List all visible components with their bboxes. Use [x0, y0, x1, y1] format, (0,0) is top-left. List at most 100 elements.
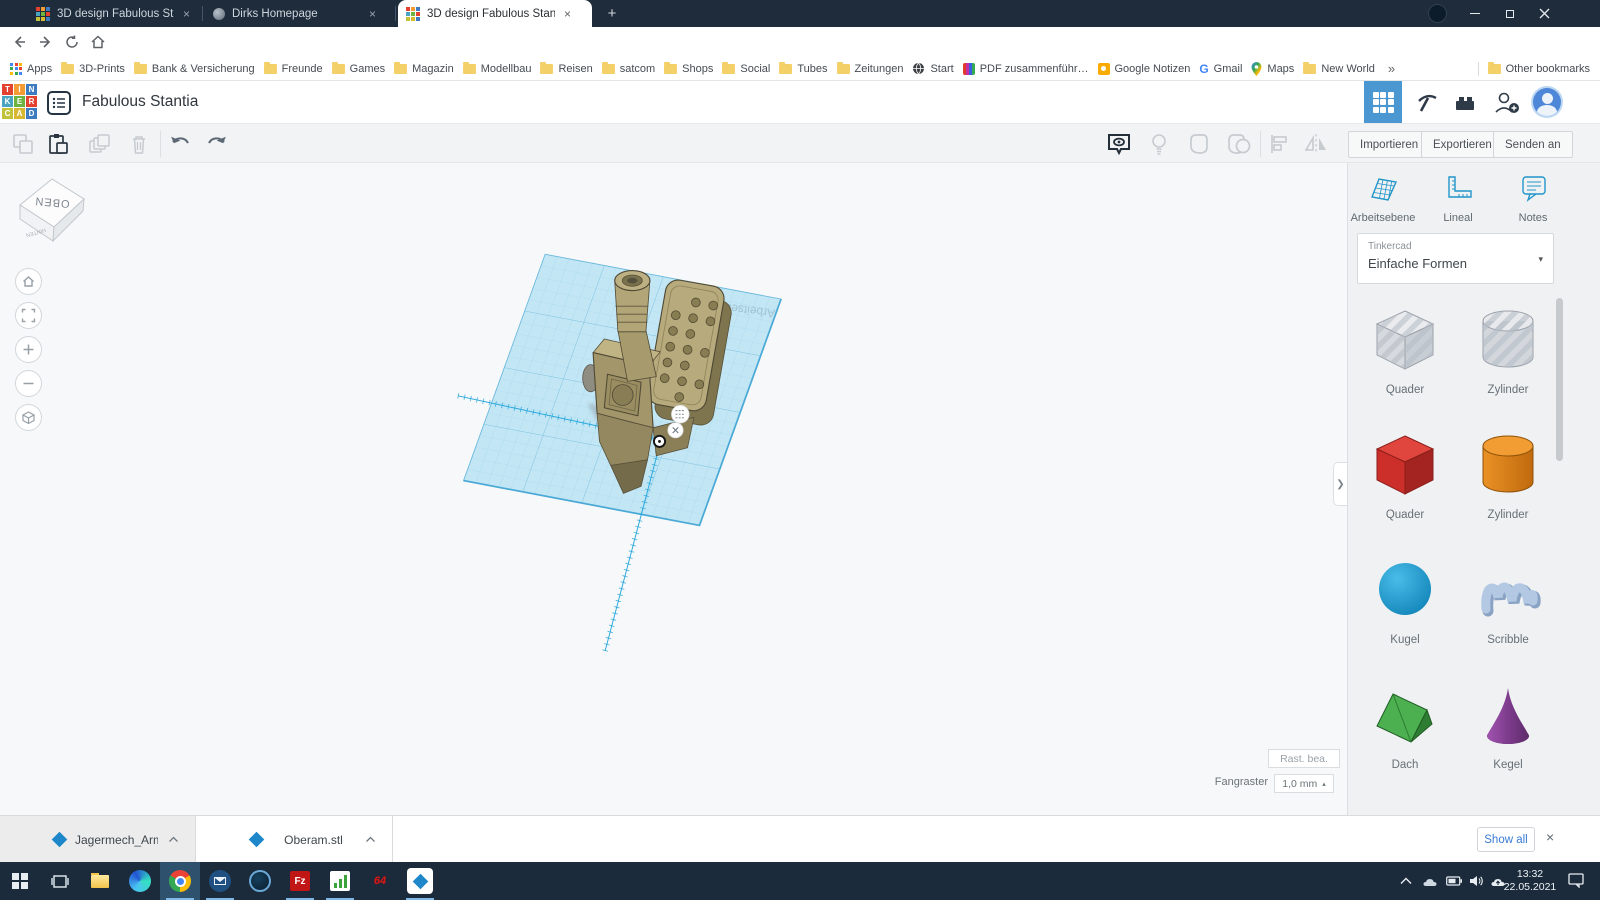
import-button[interactable]: Importieren — [1348, 131, 1430, 158]
show-all-button[interactable]: Show all — [1477, 827, 1535, 852]
bookmark-item[interactable]: Reisen — [540, 63, 592, 75]
bookmark-notes[interactable]: Google Notizen — [1098, 63, 1191, 75]
undo-icon[interactable] — [167, 131, 193, 157]
shape-library-dropdown[interactable]: Tinkercad Einfache Formen ▾ — [1357, 233, 1554, 284]
file-tab-oberam[interactable]: Oberam.stl — [197, 816, 393, 863]
bookmark-maps[interactable]: Maps — [1251, 62, 1294, 76]
battery-icon[interactable] — [1446, 873, 1462, 889]
add-person-icon[interactable] — [1492, 89, 1522, 117]
close-marker-button[interactable] — [668, 423, 683, 438]
view-home-button[interactable] — [15, 268, 42, 295]
bookmark-start[interactable]: Start — [912, 62, 953, 75]
bookmark-item[interactable]: Tubes — [779, 63, 827, 75]
brick-icon[interactable] — [1450, 89, 1480, 117]
edge-button[interactable] — [120, 862, 160, 900]
bookmark-item[interactable]: Zeitungen — [837, 63, 904, 75]
browser-tab-1[interactable]: 3D design Fabulous Stantia | Tink × — [28, 0, 200, 27]
home-button[interactable] — [87, 31, 109, 53]
edit-grid-button[interactable]: Rast. bea. — [1268, 749, 1340, 768]
grid-settings-button[interactable] — [672, 405, 690, 423]
cortana-button[interactable] — [240, 862, 280, 900]
shape-zylinder-orange[interactable]: Zylinder — [1472, 430, 1544, 521]
bookmark-item[interactable]: Bank & Versicherung — [134, 63, 255, 75]
tab-close-icon[interactable]: × — [367, 7, 378, 21]
show-all-annotations-icon[interactable] — [1106, 131, 1132, 157]
bookmark-item[interactable]: Freunde — [264, 63, 323, 75]
task-view-button[interactable] — [40, 862, 80, 900]
window-restore-button[interactable] — [1492, 0, 1527, 27]
workplane-tool[interactable]: Arbeitsebene — [1348, 173, 1418, 224]
design-title[interactable]: Fabulous Stantia — [82, 93, 198, 111]
tab-close-icon[interactable]: × — [562, 7, 573, 21]
onedrive-icon[interactable] — [1422, 873, 1438, 889]
align-tool-icon[interactable] — [1266, 131, 1292, 157]
chrome-button[interactable] — [160, 862, 200, 900]
fit-view-button[interactable] — [15, 302, 42, 329]
mail-button[interactable] — [200, 862, 240, 900]
export-button[interactable]: Exportieren — [1421, 131, 1504, 158]
tinkercad-app-button[interactable] — [400, 862, 440, 900]
paste-icon[interactable] — [45, 131, 71, 157]
browser-tab-3-active[interactable]: 3D design Fabulous Stantia | Tink × — [398, 0, 592, 27]
tab-close-icon[interactable]: × — [181, 7, 192, 21]
bookmark-item[interactable]: New World — [1303, 63, 1375, 75]
filezilla-button[interactable]: Fz — [280, 862, 320, 900]
send-to-button[interactable]: Senden an — [1493, 131, 1573, 158]
bookmark-item[interactable]: Magazin — [394, 63, 454, 75]
reload-button[interactable] — [61, 31, 83, 53]
shape-zylinder-striped[interactable]: Zylinder — [1472, 305, 1544, 396]
other-bookmarks[interactable]: Other bookmarks — [1488, 63, 1590, 75]
editor-button[interactable] — [320, 862, 360, 900]
new-tab-button[interactable]: + — [600, 4, 624, 24]
app-64-button[interactable]: 64 — [360, 862, 400, 900]
lightbulb-tool-icon[interactable] — [1146, 131, 1172, 157]
origin-marker[interactable] — [654, 436, 665, 447]
zoom-in-button[interactable] — [15, 336, 42, 363]
copy-icon[interactable] — [10, 131, 36, 157]
bookmark-item[interactable]: Games — [332, 63, 385, 75]
shape-scribble[interactable]: Scribble — [1472, 555, 1544, 646]
viewport-3d[interactable]: Arbeitsebene — [0, 163, 1347, 815]
file-tab-jagermech[interactable]: Jagermech_Arm.stl — [0, 816, 196, 863]
bookmark-gmail[interactable]: GGmail — [1199, 62, 1242, 76]
chevron-up-icon[interactable] — [365, 836, 376, 843]
bookmark-apps[interactable]: Apps — [10, 63, 52, 75]
shape-kegel[interactable]: Kegel — [1472, 680, 1544, 771]
perspective-toggle-button[interactable] — [15, 404, 42, 431]
solid-shape-icon[interactable] — [1186, 131, 1212, 157]
bookmarks-overflow-chevron[interactable]: » — [1384, 61, 1399, 76]
tinkercad-logo[interactable]: TIN KER CAD — [2, 84, 37, 119]
bookmark-item[interactable]: Shops — [664, 63, 713, 75]
ruler-tool[interactable]: Lineal — [1423, 173, 1493, 224]
bookmark-item[interactable]: Modellbau — [463, 63, 532, 75]
delete-icon[interactable] — [126, 131, 152, 157]
zoom-out-button[interactable] — [15, 370, 42, 397]
shape-kugel[interactable]: Kugel — [1369, 555, 1441, 646]
file-explorer-button[interactable] — [80, 862, 120, 900]
view-cube[interactable]: OBEN HINTEN — [10, 171, 92, 257]
chevron-up-icon[interactable] — [168, 836, 179, 843]
bookmark-item[interactable]: Social — [722, 63, 770, 75]
window-minimize-button[interactable] — [1457, 0, 1492, 27]
sidebar-scrollbar[interactable] — [1556, 298, 1563, 461]
volume-icon[interactable] — [1468, 873, 1484, 889]
duplicate-icon[interactable] — [86, 131, 112, 157]
design-properties-button[interactable] — [46, 90, 72, 116]
notes-tool[interactable]: Notes — [1498, 173, 1568, 224]
taskbar-clock[interactable]: 13:32 22.05.2021 — [1494, 868, 1566, 894]
dashboard-grid-button[interactable] — [1364, 81, 1402, 123]
snap-grid-select[interactable]: 1,0 mm ▴ — [1274, 774, 1334, 793]
action-center-icon[interactable] — [1568, 872, 1584, 888]
window-close-button[interactable] — [1527, 0, 1562, 27]
bookmark-item[interactable]: satcom — [602, 63, 655, 75]
browser-circle-badge[interactable] — [1428, 4, 1447, 23]
shape-quader-red[interactable]: Quader — [1369, 430, 1441, 521]
back-button[interactable] — [8, 31, 30, 53]
bottom-bar-close-icon[interactable]: × — [1546, 829, 1554, 845]
scene-canvas[interactable]: Arbeitsebene — [0, 163, 1347, 815]
user-avatar[interactable] — [1531, 86, 1563, 118]
tray-expand-chevron[interactable] — [1398, 873, 1414, 889]
bookmark-item[interactable]: 3D-Prints — [61, 63, 125, 75]
redo-icon[interactable] — [204, 131, 230, 157]
forward-button[interactable] — [35, 31, 57, 53]
